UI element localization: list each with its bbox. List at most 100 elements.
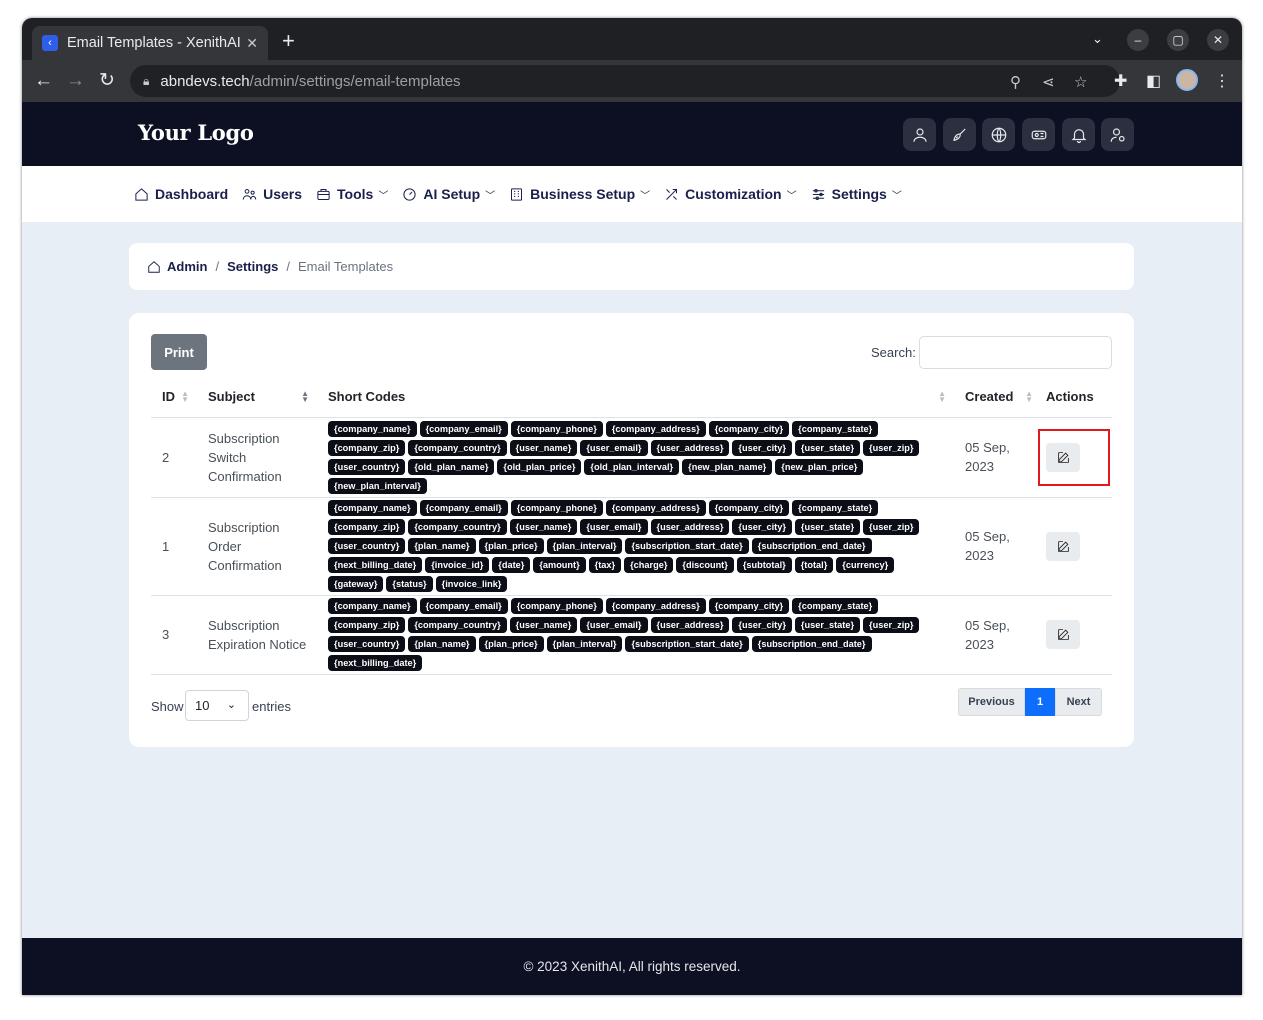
back-icon[interactable]: ←	[34, 70, 53, 92]
broom-icon[interactable]	[943, 118, 976, 151]
email-templates-table: ID ▲ ▼ Subject ▲ ▼ Short Codes ▲ ▼ Created ▲ ▼ A…	[151, 377, 1112, 675]
short-code-badge: {company_name}	[328, 420, 417, 437]
side-panel-icon[interactable]: ◧	[1146, 71, 1161, 91]
short-code-badge: {old_plan_name}	[408, 458, 495, 475]
minimize-icon[interactable]: –	[1127, 29, 1149, 51]
row-subject: Subscription Switch Confirmation	[197, 417, 317, 498]
users-icon	[242, 188, 257, 200]
short-code-badge: {user_email}	[580, 519, 648, 535]
reload-icon[interactable]: ↻	[99, 70, 115, 92]
short-code-badge: {user_address}	[650, 617, 730, 633]
zoom-icon[interactable]: ⚲	[1010, 73, 1021, 91]
show-label: Show	[151, 699, 184, 714]
nav-dashboard-label: Dashboard	[155, 186, 229, 202]
row-subject: Subscription Order Confirmation	[197, 497, 317, 596]
forward-icon[interactable]: →	[66, 70, 85, 92]
row-created: 05 Sep, 2023	[954, 595, 1041, 675]
edit-button[interactable]	[1046, 620, 1080, 649]
tab-title: Email Templates - XenithAI	[67, 35, 241, 51]
short-code-badge: {user_country}	[328, 458, 406, 475]
short-code-badge: {charge}	[624, 557, 674, 573]
short-code-badge: {user_state}	[794, 519, 861, 535]
column-header-subject[interactable]: Subject ▲ ▼	[197, 377, 317, 418]
row-id: 3	[151, 595, 197, 675]
chevron-down-icon: ﹀	[891, 190, 902, 202]
short-code-badge: {plan_name}	[408, 636, 476, 652]
nav-business-setup[interactable]: Business Setup ﹀	[509, 186, 650, 202]
profile-avatar[interactable]	[1176, 69, 1198, 91]
short-code-badge: {user_city}	[732, 519, 792, 535]
nav-users[interactable]: Users	[242, 186, 302, 202]
short-code-badge: {plan_name}	[408, 538, 476, 554]
column-header-id[interactable]: ID ▲ ▼	[151, 377, 197, 418]
nav-settings[interactable]: Settings ﹀	[811, 186, 902, 202]
short-code-badge: {plan_interval}	[546, 538, 623, 554]
tools-icon	[666, 188, 678, 200]
breadcrumb-admin[interactable]: Admin	[167, 259, 207, 274]
short-code-badge: {company_address}	[605, 500, 706, 516]
window-close-icon[interactable]: ✕	[1207, 29, 1229, 51]
close-tab-icon[interactable]: ✕	[246, 35, 258, 52]
short-code-badge: {new_plan_name}	[682, 458, 773, 475]
nav-ai-setup[interactable]: AI Setup ﹀	[402, 186, 495, 202]
tab-search-chevron-icon[interactable]: ⌄	[1092, 31, 1103, 47]
user-settings-icon[interactable]	[1101, 118, 1134, 151]
address-bar[interactable]: 🔒︎ abndevs.tech/admin/settings/email-tem…	[130, 65, 1120, 97]
previous-page-button[interactable]: Previous	[958, 688, 1025, 716]
site-favicon-icon: ‹	[42, 35, 58, 51]
short-code-badge: {user_name}	[509, 617, 578, 633]
short-code-badge: {user_state}	[794, 439, 861, 456]
print-button[interactable]: Print	[151, 334, 207, 370]
short-code-badge: {new_plan_price}	[775, 458, 864, 475]
page-length-select[interactable]: 10 ⌄	[185, 690, 249, 721]
short-code-badge: {company_email}	[419, 420, 508, 437]
extensions-icon[interactable]: ✚	[1114, 71, 1127, 91]
browser-tab[interactable]: ‹ Email Templates - XenithAI ✕	[32, 26, 268, 60]
bell-icon[interactable]	[1062, 118, 1095, 151]
home-icon	[135, 187, 148, 201]
globe-icon[interactable]	[982, 118, 1015, 151]
short-code-badge: {company_state}	[792, 500, 879, 516]
edit-icon	[1057, 629, 1069, 640]
short-code-badge: {total}	[794, 557, 834, 573]
nav-customization[interactable]: Customization ﹀	[664, 186, 797, 202]
maximize-icon[interactable]: ▢	[1167, 29, 1189, 51]
next-page-button[interactable]: Next	[1055, 688, 1102, 716]
chevron-down-icon: ﹀	[485, 190, 496, 202]
home-icon	[148, 260, 160, 273]
short-code-badge: {invoice_link}	[435, 576, 508, 592]
short-code-badge: {user_zip}	[863, 439, 920, 456]
short-code-badge: {user_city}	[732, 439, 792, 456]
bookmark-star-icon[interactable]: ☆	[1074, 73, 1087, 91]
share-icon[interactable]: ⋖	[1042, 73, 1055, 91]
table-row: 3 Subscription Expiration Notice {compan…	[151, 595, 1112, 675]
footer-copyright: © 2023 XenithAI, All rights reserved.	[523, 959, 741, 974]
short-code-badge: {company_zip}	[328, 439, 406, 456]
site-logo[interactable]: Your Logo	[138, 120, 254, 145]
short-code-badge: {subtotal}	[736, 557, 792, 573]
nav-tools-label: Tools	[337, 186, 374, 202]
site-footer: © 2023 XenithAI, All rights reserved.	[22, 938, 1242, 995]
browser-menu-icon[interactable]: ⋮	[1214, 71, 1230, 91]
row-created: 05 Sep, 2023	[954, 497, 1041, 596]
row-id: 2	[151, 417, 197, 498]
short-code-badge: {old_plan_price}	[497, 458, 582, 475]
search-input[interactable]	[919, 336, 1112, 369]
sliders-icon	[812, 188, 824, 200]
short-code-badge: {new_plan_interval}	[328, 477, 427, 494]
edit-button[interactable]	[1046, 531, 1080, 561]
page-1-button[interactable]: 1	[1025, 688, 1055, 716]
new-tab-icon[interactable]: +	[282, 28, 295, 54]
nav-tools[interactable]: Tools ﹀	[316, 186, 388, 202]
short-code-badge: {user_country}	[328, 636, 406, 652]
column-header-short-codes[interactable]: Short Codes ▲ ▼	[317, 377, 954, 418]
profile-icon[interactable]	[903, 118, 936, 151]
column-header-created[interactable]: Created ▲ ▼	[954, 377, 1041, 418]
browser-toolbar: ← → ↻ 🔒︎ abndevs.tech/admin/settings/ema…	[22, 60, 1242, 102]
toggle-theme-icon[interactable]	[1022, 118, 1055, 151]
short-code-badge: {tax}	[588, 557, 622, 573]
chevron-down-icon: ﹀	[378, 190, 389, 202]
tab-bar: ‹ Email Templates - XenithAI ✕ + ⌄ – ▢ ✕	[22, 18, 1242, 60]
nav-dashboard[interactable]: Dashboard	[134, 186, 228, 202]
breadcrumb-settings[interactable]: Settings	[227, 259, 278, 274]
